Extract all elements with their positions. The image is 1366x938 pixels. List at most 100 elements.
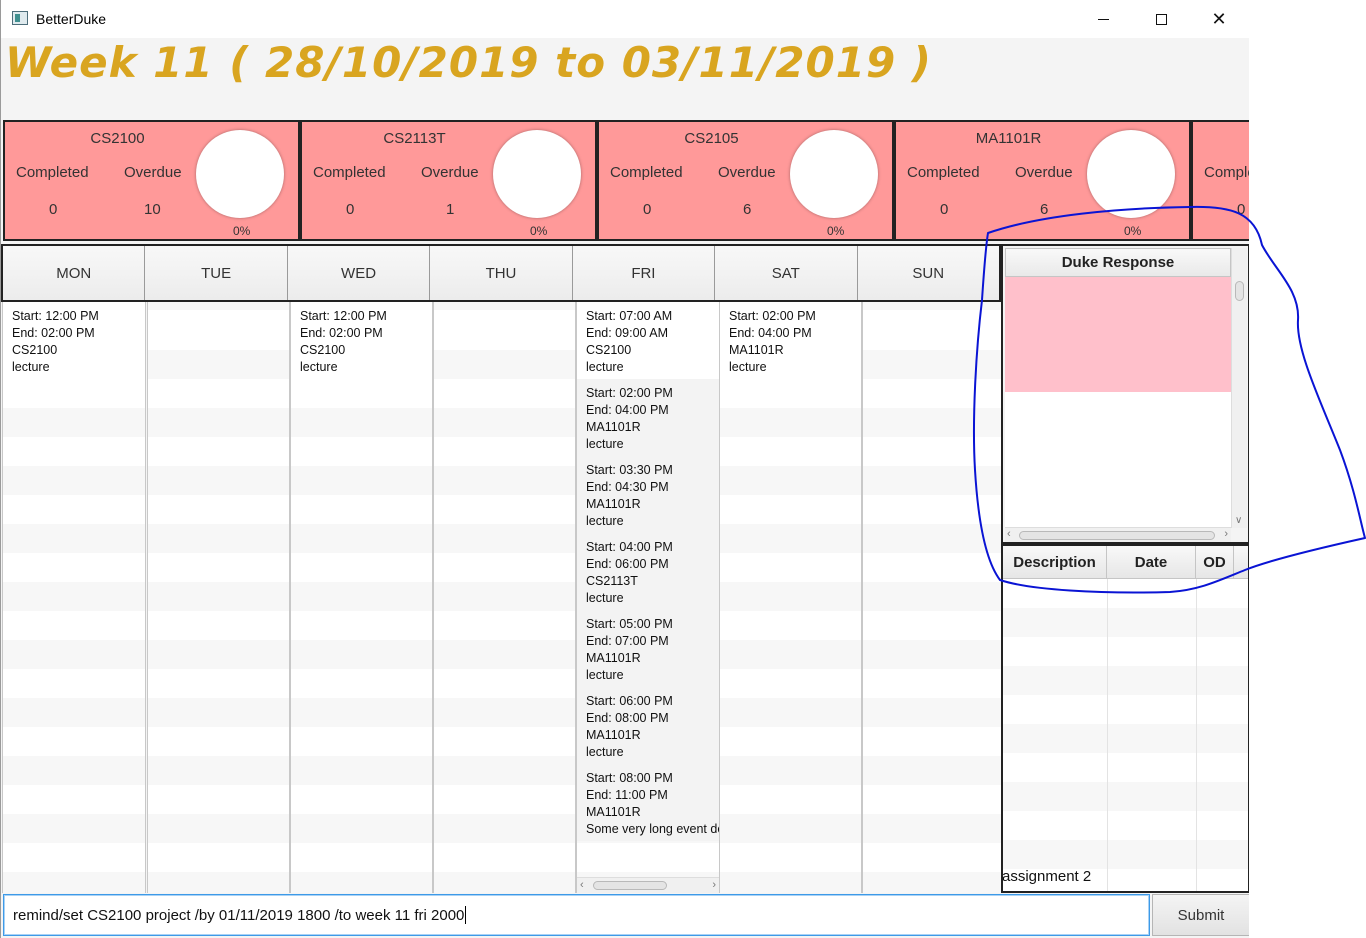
event-entry[interactable]: Start: 12:00 PM End: 02:00 PM CS2100 lectur… [291,302,432,379]
column-header-filler [1234,546,1248,579]
progress-pie-chart [790,130,878,218]
event-entry[interactable]: Start: 07:00 AM End: 09:00 AM CS2100 lectur… [577,302,719,379]
text-cursor [465,906,467,924]
progress-percent: 0% [827,224,845,238]
event-entry[interactable]: Start: 12:00 PM End: 02:00 PM CS2100 lectur… [3,302,145,379]
day-column-sat[interactable]: Start: 02:00 PM End: 04:00 PM MA1101R lectu… [719,302,862,893]
event-desc: lecture [586,437,624,451]
module-card: Comple 0 [1191,120,1249,241]
module-name: CS2113T [383,130,446,147]
event-start: Start: 04:00 PM [586,540,673,554]
event-desc: lecture [586,360,624,374]
event-start: Start: 02:00 PM [729,309,816,323]
day-header-fri[interactable]: FRI [572,246,716,300]
event-end: End: 04:00 PM [729,326,812,340]
day-column-mon[interactable]: Start: 12:00 PM End: 02:00 PM CS2100 lectur… [2,302,146,893]
overdue-label: Overdue [1015,164,1073,181]
scroll-thumb[interactable] [593,881,667,890]
day-column-tue[interactable] [147,302,290,893]
app-icon [12,11,28,25]
completed-label: Completed [16,164,89,181]
event-end: End: 06:00 PM [586,557,669,571]
overdue-label: Overdue [718,164,776,181]
scroll-right-icon[interactable]: › [712,879,716,891]
duke-response-header[interactable]: Duke Response [1005,248,1231,277]
event-end: End: 04:30 PM [586,480,669,494]
command-input[interactable]: remind/set CS2100 project /by 01/11/2019… [3,894,1150,936]
day-column-sun[interactable] [862,302,1003,893]
event-module: MA1101R [729,343,784,357]
day-header-sun[interactable]: SUN [857,246,999,300]
event-entry[interactable]: Start: 03:30 PM End: 04:30 PM MA1101R lectu… [577,456,719,533]
app-window: BetterDuke ✕ Week 11 ( 28/10/2019 to 03/… [0,0,1249,938]
scroll-left-icon[interactable]: ‹ [580,879,584,891]
event-desc: lecture [586,668,624,682]
day-header-thu[interactable]: THU [430,246,573,300]
desktop-background [1249,0,1366,938]
scroll-thumb[interactable] [1019,531,1215,540]
progress-percent: 0% [530,224,548,238]
event-desc: lecture [586,745,624,759]
duke-vertical-scrollbar[interactable]: ∨ [1231,248,1247,528]
module-summary-row: CS2100 Completed Overdue 0 10 0% CS2113T… [1,118,1249,244]
event-module: MA1101R [586,805,641,819]
event-desc: Some very long event de [586,822,719,836]
day-column-thu[interactable] [433,302,576,893]
progress-percent: 0% [1124,224,1142,238]
module-name: CS2100 [90,130,145,147]
event-end: End: 09:00 AM [586,326,669,340]
event-end: End: 02:00 PM [12,326,95,340]
day-header-sat[interactable]: SAT [715,246,858,300]
event-module: CS2113T [586,574,638,588]
event-entry[interactable]: Start: 04:00 PM End: 06:00 PM CS2113T lectu… [577,533,719,610]
progress-pie-chart [196,130,284,218]
column-header-date[interactable]: Date [1107,546,1196,579]
maximize-icon [1155,13,1167,25]
close-button[interactable]: ✕ [1190,0,1248,38]
event-entry[interactable]: Start: 06:00 PM End: 08:00 PM MA1101R lectu… [577,687,719,764]
day-header-mon[interactable]: MON [3,246,146,300]
event-entry[interactable]: Start: 02:00 PM End: 04:00 PM MA1101R lectu… [577,379,719,456]
progress-percent: 0% [233,224,251,238]
progress-pie-chart [493,130,581,218]
overdue-count: 6 [1040,201,1049,218]
minimize-button[interactable] [1074,0,1132,38]
event-module: MA1101R [586,728,641,742]
event-module: MA1101R [586,420,641,434]
overdue-label: Overdue [421,164,479,181]
maximize-button[interactable] [1132,0,1190,38]
progress-pie-chart [1087,130,1175,218]
fri-horizontal-scrollbar[interactable]: ‹ › [577,877,719,893]
column-header-description[interactable]: Description [1003,546,1107,579]
event-module: MA1101R [586,651,641,665]
submit-button[interactable]: Submit [1152,894,1249,936]
event-start: Start: 08:00 PM [586,771,673,785]
command-input-text: remind/set CS2100 project /by 01/11/2019… [13,906,465,924]
completed-label: Completed [610,164,683,181]
event-desc: lecture [729,360,767,374]
event-entry[interactable]: Start: 08:00 PM End: 11:00 PM MA1101R Some … [577,764,719,841]
event-module: CS2100 [586,343,632,357]
event-entry[interactable]: Start: 02:00 PM End: 04:00 PM MA1101R lectu… [720,302,861,379]
event-entry[interactable]: Start: 05:00 PM End: 07:00 PM MA1101R lectu… [577,610,719,687]
event-start: Start: 03:30 PM [586,463,673,477]
table-row-description[interactable]: assignment 2 [1003,868,1091,885]
duke-horizontal-scrollbar[interactable]: ‹ › [1005,527,1231,542]
day-header-wed[interactable]: WED [287,246,431,300]
completed-count: 0 [346,201,355,218]
overdue-count: 10 [144,201,161,218]
duke-response-message [1005,277,1231,392]
event-desc: lecture [300,360,338,374]
day-column-fri[interactable]: Start: 07:00 AM End: 09:00 AM CS2100 lectur… [576,302,720,893]
scroll-down-icon[interactable]: ∨ [1235,515,1242,526]
scroll-right-icon[interactable]: › [1224,528,1228,540]
column-header-od[interactable]: OD [1196,546,1234,579]
week-title: Week 11 ( 28/10/2019 to 03/11/2019 ) [5,38,932,87]
day-header-tue[interactable]: TUE [145,246,288,300]
scroll-thumb[interactable] [1235,281,1244,301]
module-name: CS2105 [684,130,739,147]
day-column-wed[interactable]: Start: 12:00 PM End: 02:00 PM CS2100 lectur… [290,302,433,893]
event-end: End: 08:00 PM [586,711,669,725]
scroll-left-icon[interactable]: ‹ [1007,528,1011,540]
column-divider [1196,579,1197,891]
